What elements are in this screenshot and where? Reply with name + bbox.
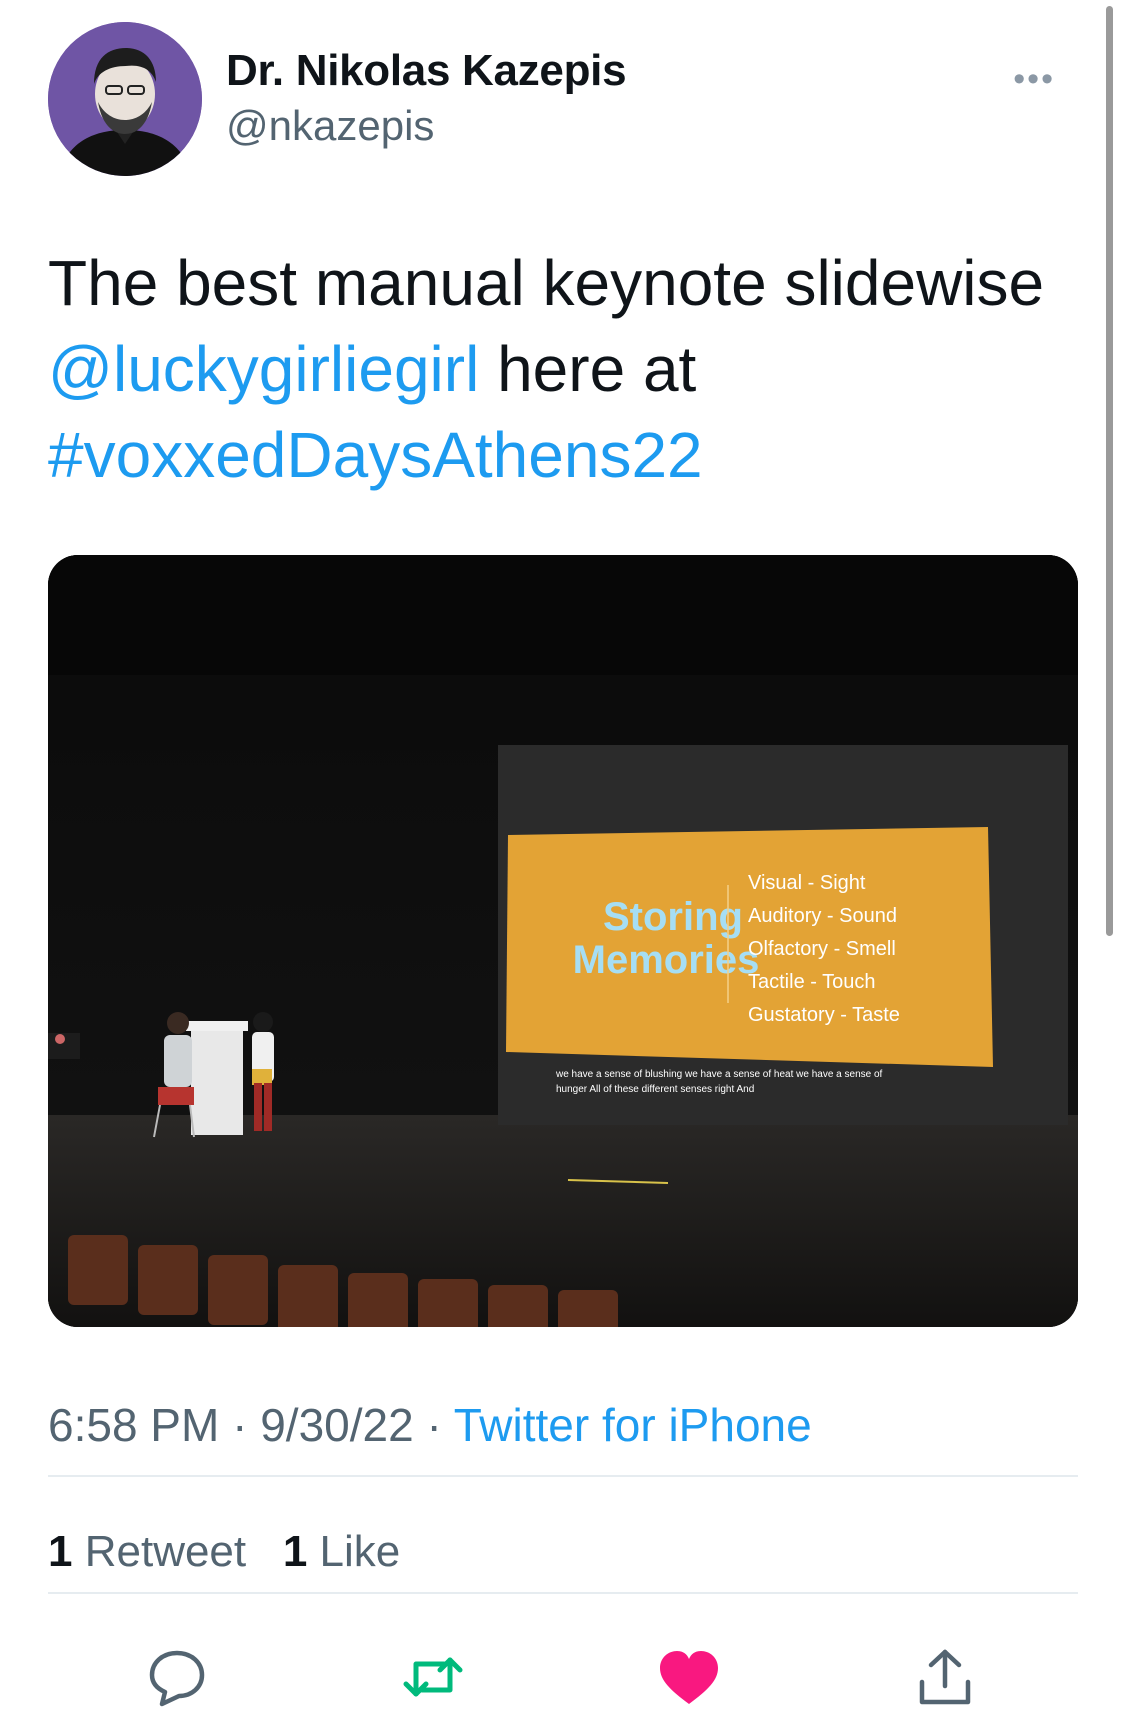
tweet-time: 6:58 PM — [48, 1399, 220, 1451]
slide-sense-4: Tactile - Touch — [748, 971, 875, 993]
reply-button[interactable] — [142, 1642, 212, 1712]
retweet-button[interactable] — [398, 1642, 468, 1712]
retweets-label: Retweet — [84, 1527, 247, 1576]
slide-sense-2: Auditory - Sound — [748, 905, 897, 927]
caption-line2: hunger All of these different senses rig… — [556, 1084, 754, 1095]
tweet-date: 9/30/22 — [260, 1399, 414, 1451]
slide-sense-1: Visual - Sight — [748, 872, 866, 894]
like-button[interactable] — [654, 1642, 724, 1712]
share-upload-icon — [919, 1649, 971, 1705]
divider — [48, 1475, 1078, 1477]
tweet-photo[interactable]: Storing Memories Visual - Sight Auditory… — [48, 555, 1078, 1327]
scrollbar[interactable] — [1106, 6, 1113, 936]
ellipsis-icon[interactable]: ••• — [1013, 60, 1055, 99]
stage-photo: Storing Memories Visual - Sight Auditory… — [48, 555, 1078, 1327]
hashtag-link[interactable]: #voxxedDaysAthens22 — [48, 419, 703, 491]
tweet-stats: 1 Retweet 1 Like — [48, 1527, 400, 1577]
caption-line1: we have a sense of blushing we have a se… — [555, 1069, 883, 1080]
retweet-arrows-icon — [403, 1657, 463, 1697]
slide-title-line1: Storing — [603, 895, 743, 939]
meta-separator: · — [413, 1399, 454, 1451]
likes-count: 1 — [282, 1527, 308, 1576]
tweet-text-line2: here at — [479, 333, 697, 405]
retweets-stat[interactable]: 1 Retweet — [48, 1527, 246, 1576]
slide-sense-3: Olfactory - Smell — [748, 938, 896, 960]
profile-photo — [48, 22, 202, 176]
likes-label: Like — [319, 1527, 401, 1576]
retweets-count: 1 — [48, 1527, 73, 1576]
tweet-meta: 6:58 PM · 9/30/22 · Twitter for iPhone — [48, 1398, 812, 1452]
speech-bubble-icon — [149, 1650, 205, 1707]
slide-title-line2: Memories — [573, 938, 760, 982]
tweet-text-line1: The best manual keynote slidewise — [48, 247, 1045, 319]
meta-separator: · — [219, 1399, 261, 1451]
likes-stat[interactable]: 1 Like — [283, 1527, 400, 1576]
author-handle[interactable]: @nkazepis — [226, 102, 434, 150]
tweet-text: The best manual keynote slidewise @lucky… — [48, 240, 1088, 498]
divider — [48, 1592, 1078, 1594]
source-link[interactable]: Twitter for iPhone — [454, 1399, 812, 1451]
mention-link[interactable]: @luckygirliegirl — [48, 333, 479, 405]
share-button[interactable] — [910, 1642, 980, 1712]
heart-icon — [660, 1651, 718, 1704]
slide-sense-5: Gustatory - Taste — [748, 1004, 900, 1026]
avatar[interactable] — [48, 22, 202, 176]
author-name[interactable]: Dr. Nikolas Kazepis — [226, 46, 627, 96]
